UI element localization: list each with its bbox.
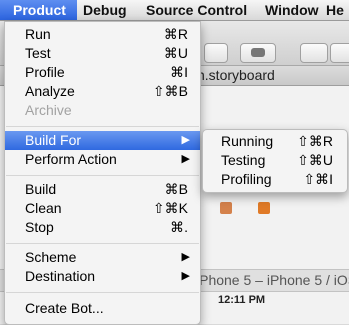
menu-item-shortcut: ⇧⌘R [297,133,333,149]
menu-item-build-for[interactable]: Build For ▶ [5,131,200,150]
menubar-help[interactable]: He [326,0,344,20]
toggle-button[interactable] [240,43,276,63]
status-bar-time: 12:11 PM [218,294,266,306]
submenu-arrow-icon: ▶ [181,153,190,165]
menu-item-label: Stop [25,219,54,235]
menu-item-clean[interactable]: Clean ⇧⌘K [5,199,200,218]
device-label[interactable]: iPhone 5 – iPhone 5 / iOS [196,272,349,288]
menu-separator [6,292,199,293]
build-for-submenu: Running ⇧⌘R Testing ⇧⌘U Profiling ⇧⌘I [202,129,348,193]
submenu-arrow-icon: ▶ [181,270,190,282]
menubar-source-control[interactable]: Source Control [146,0,247,20]
menu-item-label: Analyze [25,83,75,99]
exit-icon [258,202,270,214]
menu-item-label: Destination [25,268,96,284]
menu-item-shortcut: ⇧⌘I [303,171,333,187]
editor-tab-title[interactable]: n.storyboard [197,67,275,83]
menu-item-label: Scheme [25,249,77,265]
menu-item-shortcut: ⇧⌘U [297,152,333,168]
menu-item-label: Run [25,26,51,42]
share-button[interactable] [204,43,228,63]
submenu-item-running[interactable]: Running ⇧⌘R [203,132,347,151]
menu-item-shortcut: ⌘I [170,64,188,80]
menu-item-build[interactable]: Build ⌘B [5,180,200,199]
submenu-item-profiling[interactable]: Profiling ⇧⌘I [203,170,347,189]
menu-separator [6,243,199,244]
menu-item-perform-action[interactable]: Perform Action ▶ [5,150,200,169]
menu-item-label: Build For [25,132,82,148]
menu-item-label: Perform Action [25,151,117,167]
menu-item-label: Archive [25,102,72,118]
menubar-debug[interactable]: Debug [83,0,127,20]
menu-item-test[interactable]: Test ⌘U [5,44,200,63]
submenu-arrow-icon: ▶ [181,251,190,263]
menu-item-run[interactable]: Run ⌘R [5,25,200,44]
menubar-window[interactable]: Window [265,0,319,20]
menu-separator [6,175,199,176]
menu-item-label: Testing [221,152,266,168]
menu-item-profile[interactable]: Profile ⌘I [5,63,200,82]
menu-bar: Product Debug Source Control Window He [0,0,349,21]
toggle-icon [251,48,265,57]
menu-separator [6,126,199,127]
submenu-arrow-icon: ▶ [181,134,190,146]
cube-icon [220,202,232,214]
menubar-product[interactable]: Product [0,0,77,20]
menu-item-label: Create Bot... [25,300,104,316]
menu-item-shortcut: ⌘U [163,45,188,61]
menu-item-label: Build [25,181,57,197]
menu-item-destination[interactable]: Destination ▶ [5,267,200,286]
toolbar-button[interactable] [300,43,328,63]
menu-item-analyze[interactable]: Analyze ⇧⌘B [5,82,200,101]
menu-item-shortcut: ⇧⌘K [152,200,188,216]
product-menu: Run ⌘R Test ⌘U Profile ⌘I Analyze ⇧⌘B Ar… [4,21,201,325]
menu-item-scheme[interactable]: Scheme ▶ [5,248,200,267]
menu-item-shortcut: ⌘B [164,181,188,197]
menu-item-label: Test [25,45,51,61]
menu-item-stop[interactable]: Stop ⌘. [5,218,200,237]
submenu-item-testing[interactable]: Testing ⇧⌘U [203,151,347,170]
menu-item-shortcut: ⇧⌘B [152,83,188,99]
menu-item-label: Profile [25,64,65,80]
menu-item-label: Profiling [221,171,272,187]
menu-item-label: Clean [25,200,62,216]
menu-item-shortcut: ⌘R [163,26,188,42]
menu-item-create-bot[interactable]: Create Bot... [5,299,200,318]
toolbar-button[interactable] [330,43,349,63]
menu-item-archive[interactable]: Archive [5,101,200,120]
menu-item-shortcut: ⌘. [170,219,188,235]
menu-item-label: Running [221,133,274,149]
